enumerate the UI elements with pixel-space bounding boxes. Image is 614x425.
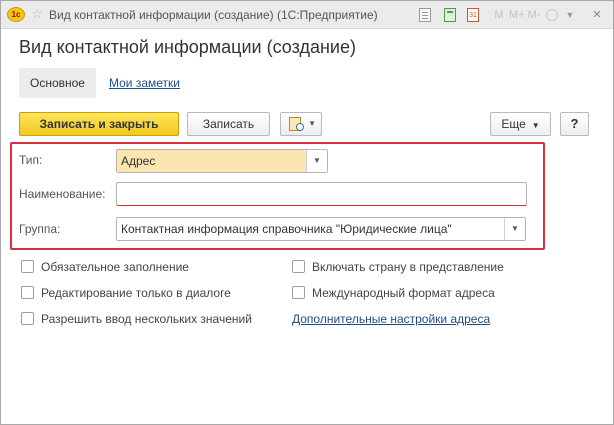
checkbox-label: Обязательное заполнение: [41, 260, 189, 274]
calendar-icon[interactable]: 31: [467, 8, 479, 22]
clock-icon: [296, 123, 304, 131]
more-button[interactable]: Еще ▼: [490, 112, 551, 136]
calculator-icon[interactable]: [444, 8, 456, 22]
memory-m-minus-icon[interactable]: M-: [527, 7, 541, 23]
type-select[interactable]: Адрес ▼: [116, 149, 328, 173]
checkbox-box[interactable]: [21, 286, 34, 299]
help-button[interactable]: ?: [560, 112, 589, 136]
name-label: Наименование:: [19, 187, 106, 201]
document-icon[interactable]: [419, 8, 431, 22]
document-history-button[interactable]: ▼: [280, 112, 322, 136]
notification-icon[interactable]: [546, 9, 558, 21]
name-input[interactable]: [116, 182, 527, 206]
checkbox-box[interactable]: [21, 260, 34, 273]
chevron-down-icon: ▼: [308, 119, 316, 128]
tab-main[interactable]: Основное: [19, 68, 96, 98]
save-and-close-button[interactable]: Записать и закрыть: [19, 112, 179, 136]
save-button[interactable]: Записать: [187, 112, 270, 136]
checkbox-label: Включать страну в представление: [312, 260, 504, 274]
chevron-down-icon: ▼: [531, 121, 540, 130]
checkbox-label: Редактирование только в диалоге: [41, 286, 231, 300]
address-settings-link[interactable]: Дополнительные настройки адреса: [292, 312, 490, 326]
group-label: Группа:: [19, 222, 61, 236]
checkbox-box[interactable]: [292, 260, 305, 273]
type-label: Тип:: [19, 153, 43, 167]
chevron-down-icon[interactable]: ▼: [306, 150, 327, 172]
more-icon[interactable]: ▼: [563, 7, 577, 23]
checkbox-box[interactable]: [292, 286, 305, 299]
form-window: 1c ☆ Вид контактной информации (создание…: [0, 0, 614, 425]
group-value: Контактная информация справочника "Юриди…: [121, 222, 452, 236]
1c-logo-icon: 1c: [7, 7, 25, 22]
title-bar: 1c ☆ Вид контактной информации (создание…: [1, 1, 613, 29]
checkbox-label: Международный формат адреса: [312, 286, 495, 300]
type-value: Адрес: [121, 154, 156, 168]
chevron-down-icon[interactable]: ▼: [504, 218, 525, 240]
favorite-star-icon[interactable]: ☆: [31, 6, 43, 22]
group-select[interactable]: Контактная информация справочника "Юриди…: [116, 217, 526, 241]
memory-m-icon[interactable]: M: [493, 7, 505, 23]
window-title: Вид контактной информации (создание) (1С…: [49, 8, 378, 22]
checkbox-box[interactable]: [21, 312, 34, 325]
memory-m-plus-icon[interactable]: M+: [509, 7, 525, 23]
page-title: Вид контактной информации (создание): [19, 37, 356, 57]
tab-my-notes[interactable]: Мои заметки: [109, 76, 180, 90]
more-button-label: Еще: [501, 117, 526, 131]
checkbox-label: Разрешить ввод нескольких значений: [41, 312, 252, 326]
close-icon[interactable]: ×: [588, 7, 606, 23]
